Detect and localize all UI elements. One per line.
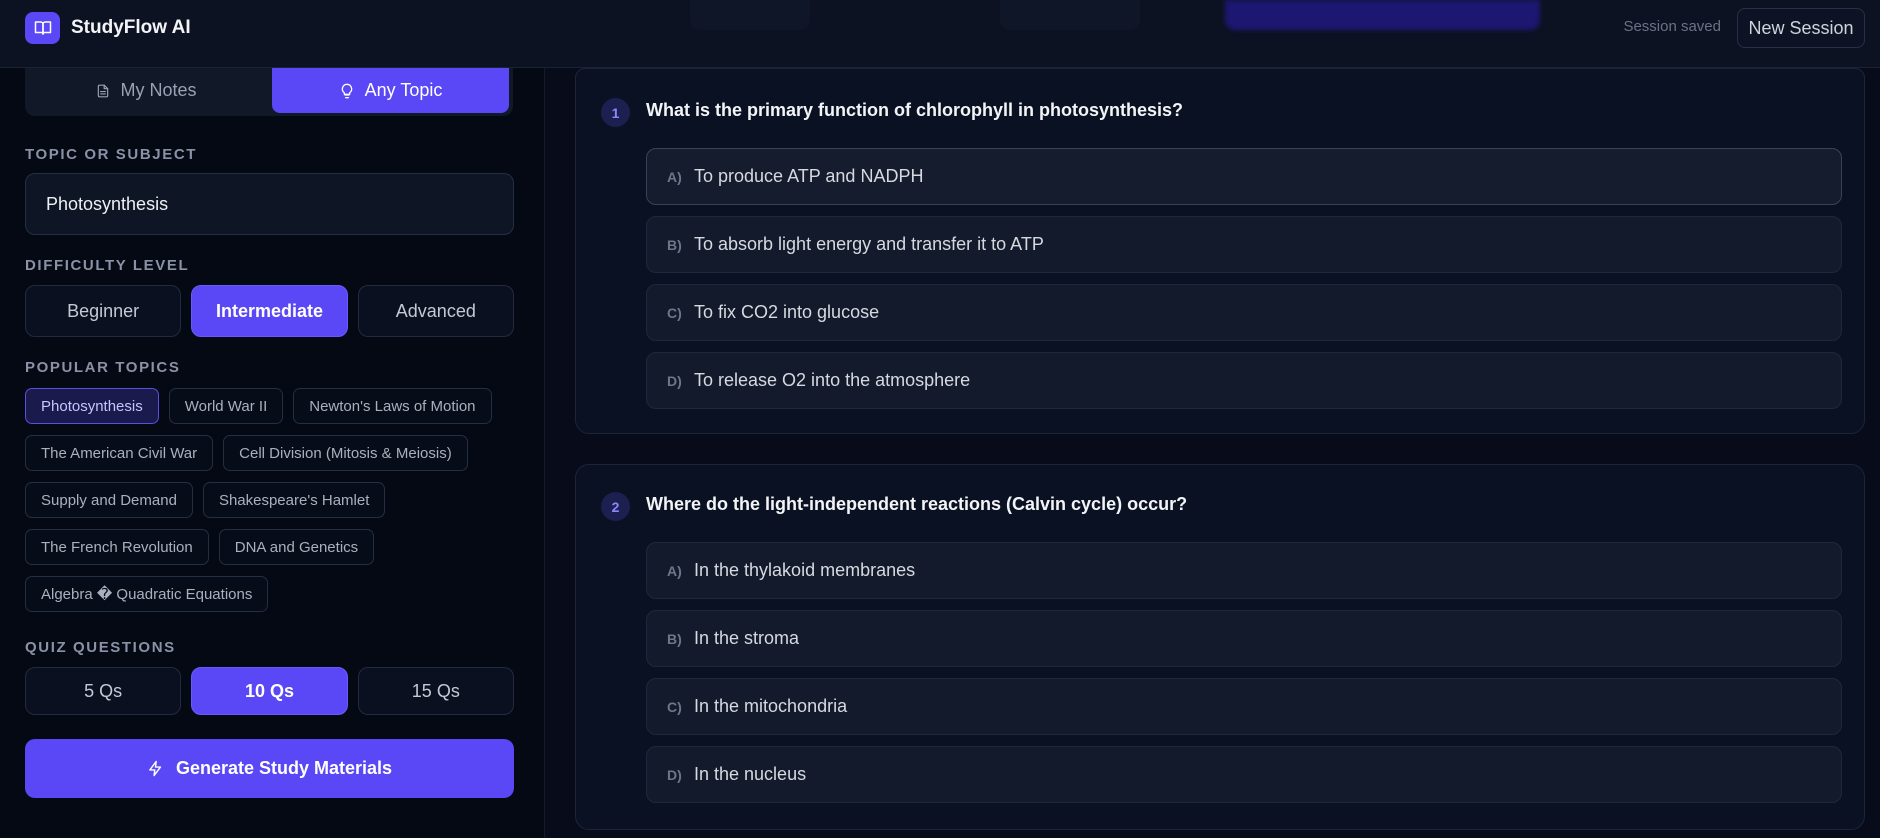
option-text: In the mitochondria bbox=[694, 696, 848, 716]
lightbulb-icon bbox=[341, 83, 352, 98]
difficulty-selector: Beginner Intermediate Advanced bbox=[25, 285, 514, 337]
topic-chip[interactable]: The American Civil War bbox=[25, 435, 214, 471]
popular-topics-label: POPULAR TOPICS bbox=[25, 359, 181, 376]
option-letter: D) bbox=[667, 372, 682, 389]
difficulty-intermediate-button[interactable]: Intermediate bbox=[191, 285, 348, 337]
generate-label: Generate Study Materials bbox=[175, 758, 393, 778]
app-name: StudyFlow AI bbox=[71, 17, 191, 38]
quiz-questions-label: QUIZ QUESTIONS bbox=[25, 639, 176, 656]
new-session-button[interactable]: New Session bbox=[1737, 8, 1865, 48]
topic-chip[interactable]: Supply and Demand bbox=[25, 482, 193, 518]
sidebar: My Notes Any Topic TOPIC OR SUBJECT DIFF… bbox=[0, 68, 545, 838]
option-letter: B) bbox=[667, 236, 682, 253]
option-letter: A) bbox=[667, 168, 682, 185]
option-text: In the stroma bbox=[694, 628, 800, 648]
question-number: 2 bbox=[601, 492, 630, 521]
header-tab-ghost bbox=[1000, 0, 1140, 30]
question-text: What is the primary function of chloroph… bbox=[646, 100, 1184, 120]
quiz-area: 1 What is the primary function of chloro… bbox=[546, 68, 1880, 838]
answer-option[interactable]: D) In the nucleus bbox=[646, 746, 1842, 803]
topic-chip[interactable]: DNA and Genetics bbox=[218, 529, 375, 565]
topic-chip[interactable]: World War II bbox=[168, 388, 284, 424]
difficulty-section-label: DIFFICULTY LEVEL bbox=[25, 257, 190, 274]
mode-toggle: My Notes Any Topic bbox=[25, 68, 513, 116]
answer-option[interactable]: A) To produce ATP and NADPH bbox=[646, 148, 1842, 205]
quiz-count-selector: 5 Qs 10 Qs 15 Qs bbox=[25, 667, 514, 715]
question-card: 2 Where do the light-independent reactio… bbox=[575, 464, 1865, 830]
topic-chip[interactable]: Shakespeare's Hamlet bbox=[202, 482, 386, 518]
question-card: 1 What is the primary function of chloro… bbox=[575, 68, 1865, 434]
document-icon bbox=[98, 84, 109, 97]
question-text: Where do the light-independent reactions… bbox=[646, 494, 1188, 514]
question-number: 1 bbox=[601, 98, 630, 127]
quiz-10-button[interactable]: 10 Qs bbox=[191, 667, 348, 715]
difficulty-beginner-button[interactable]: Beginner bbox=[25, 285, 182, 337]
topic-chip[interactable]: Photosynthesis bbox=[25, 388, 159, 424]
option-text: In the nucleus bbox=[694, 764, 807, 784]
top-header: StudyFlow AI Session saved New Session bbox=[0, 0, 1880, 68]
answer-option[interactable]: B) To absorb light energy and transfer i… bbox=[646, 216, 1842, 273]
tab-label: Any Topic bbox=[364, 80, 443, 100]
answer-option[interactable]: C) To fix CO2 into glucose bbox=[646, 284, 1842, 341]
answer-option[interactable]: D) To release O2 into the atmosphere bbox=[646, 352, 1842, 409]
option-text: To release O2 into the atmosphere bbox=[694, 370, 971, 390]
quiz-5-button[interactable]: 5 Qs bbox=[25, 667, 182, 715]
option-letter: D) bbox=[667, 766, 682, 783]
option-letter: C) bbox=[667, 698, 682, 715]
tab-label: My Notes bbox=[120, 80, 197, 100]
header-tab-ghost-active bbox=[1225, 0, 1540, 30]
option-letter: C) bbox=[667, 304, 682, 321]
lightning-icon bbox=[149, 760, 162, 777]
answer-option[interactable]: B) In the stroma bbox=[646, 610, 1842, 667]
option-text: To fix CO2 into glucose bbox=[694, 302, 880, 322]
option-text: To produce ATP and NADPH bbox=[694, 166, 924, 186]
topic-chip[interactable]: Newton's Laws of Motion bbox=[293, 388, 492, 424]
topic-input[interactable] bbox=[25, 173, 514, 235]
tab-any-topic[interactable]: Any Topic bbox=[272, 68, 509, 113]
quiz-15-button[interactable]: 15 Qs bbox=[357, 667, 514, 715]
difficulty-advanced-button[interactable]: Advanced bbox=[357, 285, 514, 337]
popular-topics: Photosynthesis World War II Newton's Law… bbox=[25, 388, 525, 623]
topic-chip[interactable]: Cell Division (Mitosis & Meiosis) bbox=[223, 435, 468, 471]
topic-section-label: TOPIC OR SUBJECT bbox=[25, 146, 198, 163]
brand[interactable]: StudyFlow AI bbox=[25, 12, 191, 44]
answer-option[interactable]: C) In the mitochondria bbox=[646, 678, 1842, 735]
generate-button[interactable]: Generate Study Materials bbox=[25, 739, 514, 798]
book-icon bbox=[25, 12, 60, 44]
option-letter: A) bbox=[667, 562, 682, 579]
session-status: Session saved bbox=[1623, 18, 1721, 35]
answer-option[interactable]: A) In the thylakoid membranes bbox=[646, 542, 1842, 599]
option-letter: B) bbox=[667, 630, 682, 647]
topic-chip[interactable]: The French Revolution bbox=[25, 529, 209, 565]
header-tab-ghost bbox=[690, 0, 810, 30]
option-text: To absorb light energy and transfer it t… bbox=[694, 234, 1044, 254]
tab-my-notes[interactable]: My Notes bbox=[28, 68, 265, 113]
topic-chip[interactable]: Algebra � Quadratic Equations bbox=[25, 576, 269, 612]
option-text: In the thylakoid membranes bbox=[694, 560, 916, 580]
